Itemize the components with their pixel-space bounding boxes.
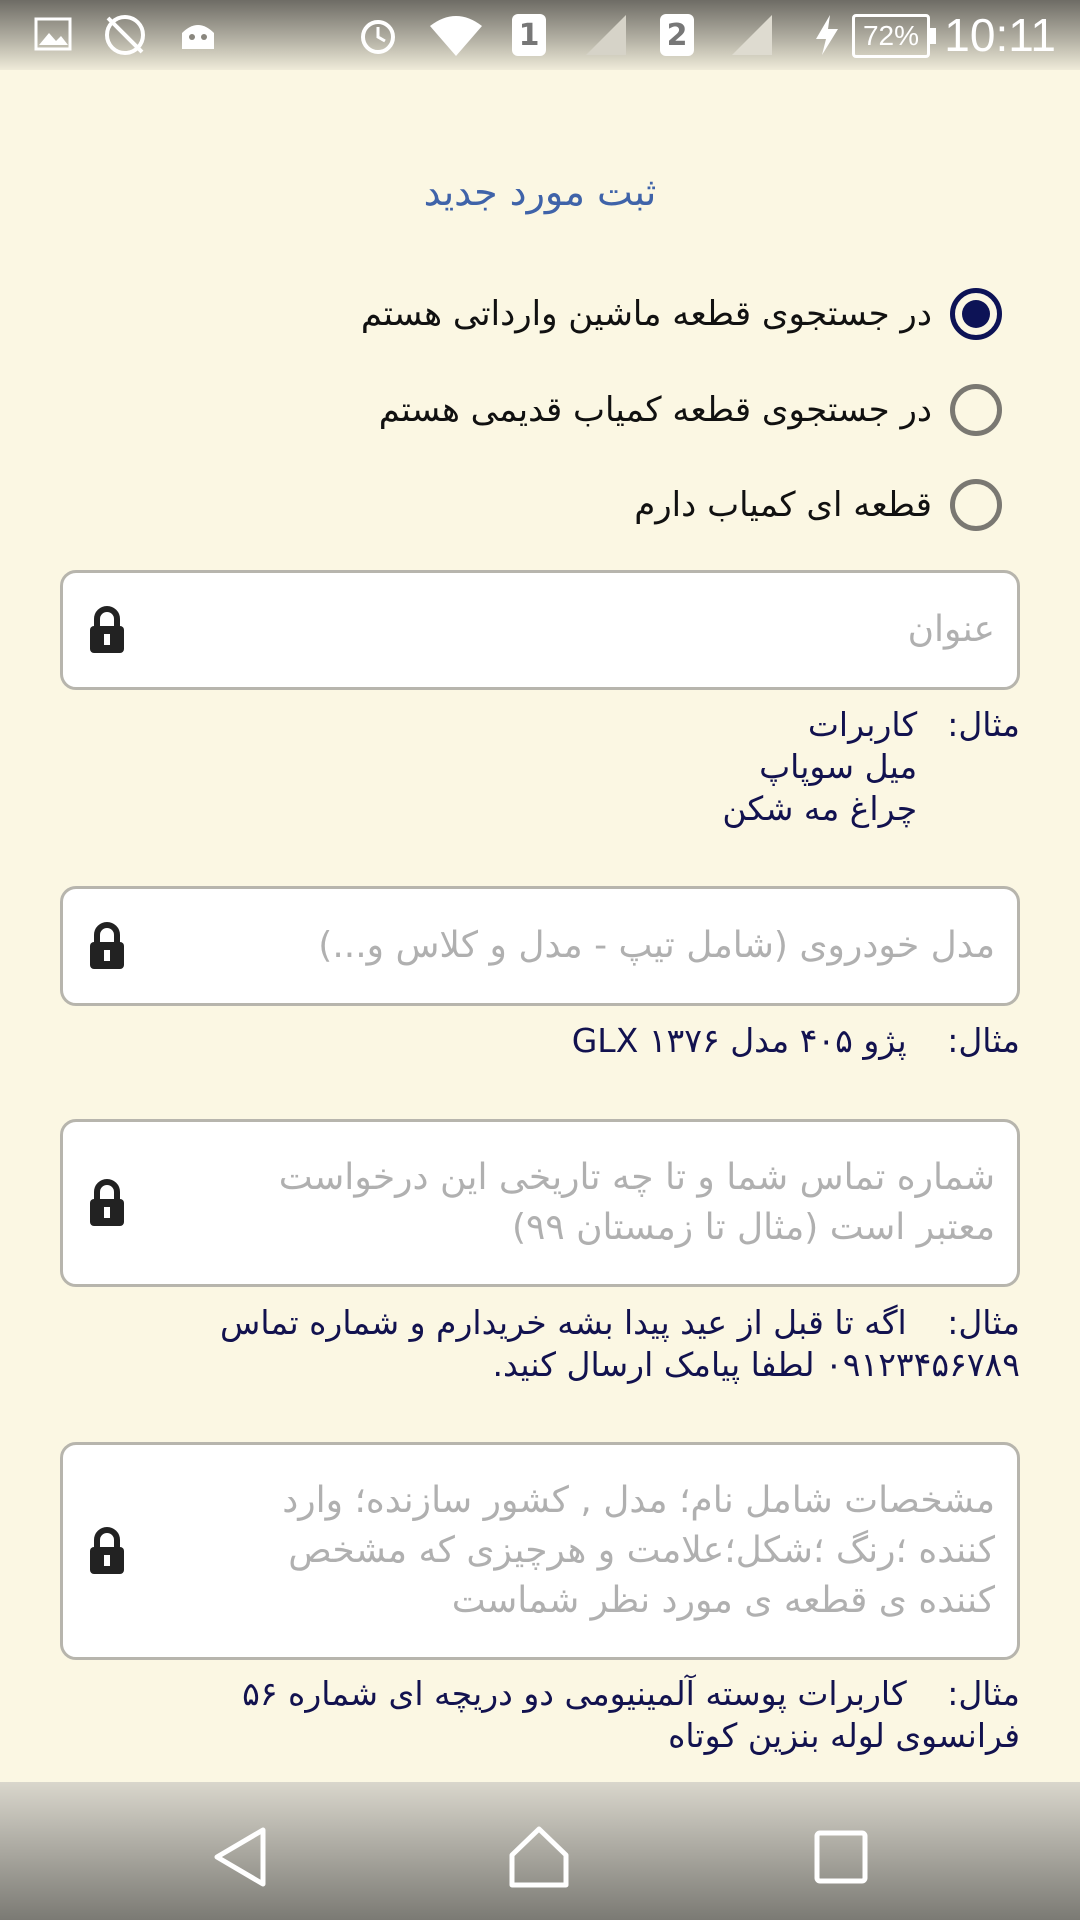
placeholder-line: کننده ؛رنگ ؛شکل؛علامت و هرچیزی که مشخص [288, 1530, 995, 1571]
sim1-indicator: 1 [512, 10, 546, 60]
car-model-example: مثال: پژو ۴۰۵ مدل ۱۳۷۶ GLX [572, 1020, 1020, 1062]
radio-option-have-rare-part[interactable]: قطعه ای کمیاب دارم [634, 470, 1002, 540]
signal-icon [584, 10, 628, 60]
recents-button[interactable] [806, 1822, 876, 1892]
home-icon [509, 1826, 569, 1888]
example-line: کاربرات [807, 705, 918, 744]
title-example: مثال: کاربرات میل سوپاپ چراغ مه شکن [722, 704, 1020, 830]
radio-button[interactable] [950, 384, 1002, 436]
lock-icon [90, 922, 124, 969]
example-line: فرانسوی لوله بنزین کوتاه [668, 1716, 1020, 1755]
navigation-bar [0, 1782, 1080, 1920]
clock: 10:11 [944, 9, 1056, 61]
recents-square-icon [814, 1830, 868, 1884]
specs-input[interactable]: مشخصات شامل نام؛ مدل , کشور سازنده؛ وارد… [60, 1442, 1020, 1660]
title-input[interactable]: عنوان [60, 570, 1020, 690]
example-label: مثال: [947, 1674, 1020, 1713]
example-text: پژو ۴۰۵ مدل ۱۳۷۶ GLX [571, 1021, 907, 1060]
car-model-input[interactable]: مدل خودروی (شامل تیپ - مدل و کلاس و...) [60, 886, 1020, 1006]
placeholder-line: مشخصات شامل نام؛ مدل , کشور سازنده؛ وارد [282, 1480, 995, 1521]
signal-icon [730, 10, 774, 60]
wifi-icon [428, 10, 484, 60]
example-label: مثال: [947, 705, 1020, 744]
example-line: اگه تا قبل از عید پیدا بشه خریدارم و شما… [220, 1303, 907, 1342]
specs-placeholder: مشخصات شامل نام؛ مدل , کشور سازنده؛ وارد… [163, 1476, 995, 1626]
example-line: ۰۹۱۲۳۴۵۶۷۸۹ لطفا پیامک ارسال کنید. [492, 1345, 1020, 1384]
battery-indicator: 72% [852, 14, 936, 58]
sim2-indicator: 2 [660, 10, 694, 60]
radio-label: در جستجوی قطعه ماشین وارداتی هستم [360, 294, 932, 334]
radio-button[interactable] [950, 288, 1002, 340]
example-label: مثال: [947, 1303, 1020, 1342]
lock-icon [90, 606, 124, 653]
radio-label: قطعه ای کمیاب دارم [634, 485, 932, 525]
title-placeholder: عنوان [907, 609, 995, 650]
example-label: مثال: [947, 1021, 1020, 1060]
gallery-notification-icon [34, 10, 74, 60]
home-button[interactable] [504, 1822, 574, 1892]
charging-icon [812, 10, 842, 60]
radio-button[interactable] [950, 479, 1002, 531]
example-line: میل سوپاپ [759, 747, 918, 786]
radio-option-rare-old-part[interactable]: در جستجوی قطعه کمیاب قدیمی هستم [379, 375, 1002, 445]
contact-input[interactable]: شماره تماس شما و تا چه تاریخی این درخواس… [60, 1119, 1020, 1287]
contact-placeholder: شماره تماس شما و تا چه تاریخی این درخواس… [163, 1153, 995, 1253]
specs-example: مثال: کاربرات پوسته آلمینیومی دو دریچه ا… [242, 1673, 1020, 1757]
no-sync-notification-icon [102, 10, 148, 60]
placeholder-line: معتبر است (مثال تا زمستان ۹۹) [511, 1207, 995, 1248]
status-bar: 1 2 72% 10:11 [0, 0, 1080, 70]
lock-icon [90, 1179, 124, 1226]
example-line: چراغ مه شکن [722, 789, 918, 828]
back-button[interactable] [206, 1822, 276, 1892]
example-line: کاربرات پوسته آلمینیومی دو دریچه ای شمار… [242, 1674, 907, 1713]
car-model-placeholder: مدل خودروی (شامل تیپ - مدل و کلاس و...) [318, 925, 995, 966]
radio-option-imported-part[interactable]: در جستجوی قطعه ماشین وارداتی هستم [361, 279, 1002, 349]
radio-label: در جستجوی قطعه کمیاب قدیمی هستم [378, 390, 932, 430]
lock-icon [90, 1527, 124, 1574]
radio-dot [962, 300, 990, 328]
back-triangle-icon [214, 1827, 266, 1887]
android-notification-icon [178, 10, 218, 60]
placeholder-line: شماره تماس شما و تا چه تاریخی این درخواس… [278, 1157, 995, 1198]
contact-example: مثال: اگه تا قبل از عید پیدا بشه خریدارم… [220, 1302, 1020, 1386]
page-title: ثبت مورد جدید [423, 170, 657, 214]
placeholder-line: کننده ی قطعه ی مورد نظر شماست [451, 1580, 995, 1621]
alarm-icon [356, 10, 400, 60]
